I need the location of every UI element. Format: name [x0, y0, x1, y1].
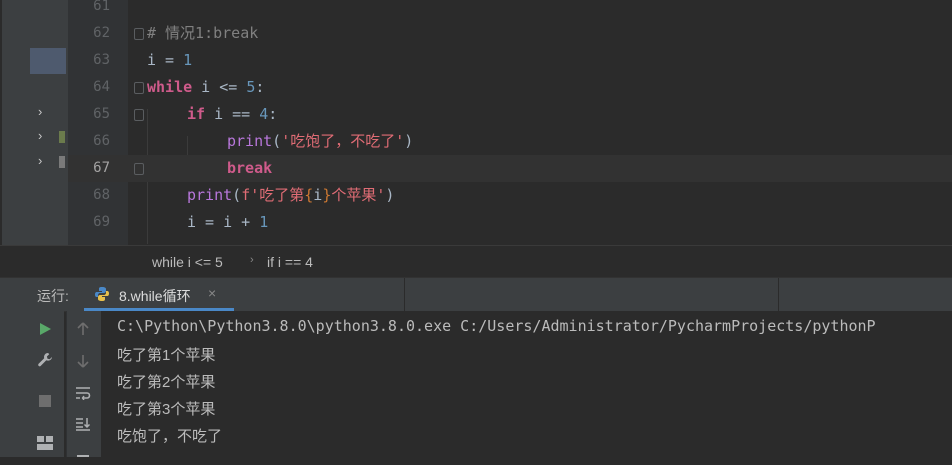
code-line[interactable]: 62 # 情况1:break [68, 20, 952, 47]
run-tab-label: 8.while循环 [119, 288, 191, 304]
code-line[interactable]: 68 print(f'吃了第{i}个苹果') [68, 182, 952, 209]
code-line[interactable]: 66 print('吃饱了，不吃了') [68, 128, 952, 155]
project-tool-strip: › › › [0, 0, 68, 277]
console-output-line: 吃了第2个苹果 [117, 374, 216, 391]
line-number: 67 [93, 160, 110, 176]
code-content: i = i + 1 [187, 213, 269, 231]
run-icon[interactable] [35, 319, 55, 339]
tree-expand-chevron-icon[interactable]: › [38, 104, 42, 119]
header-divider [404, 278, 405, 311]
run-left-edge [0, 311, 30, 457]
line-number: 69 [93, 214, 110, 230]
code-line-current[interactable]: 67 break [68, 155, 952, 182]
tree-expand-chevron-icon[interactable]: › [38, 153, 42, 168]
project-selection-highlight [30, 48, 66, 74]
arrow-up-icon[interactable] [73, 319, 93, 339]
header-divider [778, 278, 779, 311]
code-content: break [227, 159, 273, 177]
scroll-to-end-icon[interactable] [73, 414, 93, 434]
library-icon [59, 156, 65, 168]
run-tab[interactable]: 8.while循环 × [84, 278, 234, 311]
line-number: 63 [93, 52, 110, 68]
run-label: 运行: [37, 288, 69, 304]
tree-expand-chevron-icon[interactable]: › [38, 128, 42, 143]
fold-marker-icon[interactable] [134, 109, 144, 121]
fold-marker-icon[interactable] [134, 163, 144, 175]
run-toolbar-secondary [66, 311, 101, 457]
line-number: 65 [93, 106, 110, 122]
line-number: 68 [93, 187, 110, 203]
code-content: if i == 4: [187, 105, 278, 123]
console-output-line: 吃了第1个苹果 [117, 347, 216, 364]
wrench-icon[interactable] [35, 350, 55, 370]
stop-icon[interactable] [35, 391, 55, 411]
code-content: i = 1 [147, 51, 193, 69]
close-icon[interactable]: × [208, 285, 216, 301]
layout-icon[interactable] [35, 433, 55, 453]
breadcrumb-item-while[interactable]: while i <= 5 [152, 254, 223, 270]
fold-marker-icon[interactable] [134, 28, 144, 40]
console-output-line: 吃饱了，不吃了 [117, 428, 223, 445]
fold-marker-icon[interactable] [134, 82, 144, 94]
folder-icon [59, 131, 65, 143]
code-content: print('吃饱了，不吃了') [227, 132, 414, 150]
code-line[interactable]: 64 while i <= 5: [68, 74, 952, 101]
code-comment: # 情况1:break [147, 24, 259, 42]
code-line[interactable]: 69 i = i + 1 [68, 209, 952, 236]
window-edge [0, 0, 2, 277]
more-tools-icon[interactable] [73, 445, 93, 465]
soft-wrap-icon[interactable] [73, 383, 93, 403]
code-content: while i <= 5: [147, 78, 265, 96]
code-line[interactable]: 61 [68, 0, 952, 20]
line-number: 62 [93, 25, 110, 41]
code-line[interactable]: 65 if i == 4: [68, 101, 952, 128]
breadcrumb: while i <= 5 › if i == 4 [0, 245, 952, 278]
console-output-line: 吃了第3个苹果 [117, 401, 216, 418]
arrow-down-icon[interactable] [73, 351, 93, 371]
console-command-line: C:\Python\Python3.8.0\python3.8.0.exe C:… [117, 317, 876, 335]
code-editor[interactable]: 61 62 # 情况1:break 63 i = 1 64 while i <=… [68, 0, 952, 245]
run-console-output[interactable]: C:\Python\Python3.8.0\python3.8.0.exe C:… [101, 311, 952, 457]
run-toolbar-primary [30, 311, 64, 457]
code-line[interactable]: 63 i = 1 [68, 47, 952, 74]
breadcrumb-separator-icon: › [250, 254, 254, 266]
breadcrumb-item-if[interactable]: if i == 4 [267, 254, 313, 270]
python-icon [95, 287, 109, 301]
line-number: 66 [93, 133, 110, 149]
code-content: print(f'吃了第{i}个苹果') [187, 186, 395, 204]
line-number: 64 [93, 79, 110, 95]
line-number: 61 [93, 0, 110, 14]
run-tool-window-header: 运行: 8.while循环 × [0, 277, 952, 312]
